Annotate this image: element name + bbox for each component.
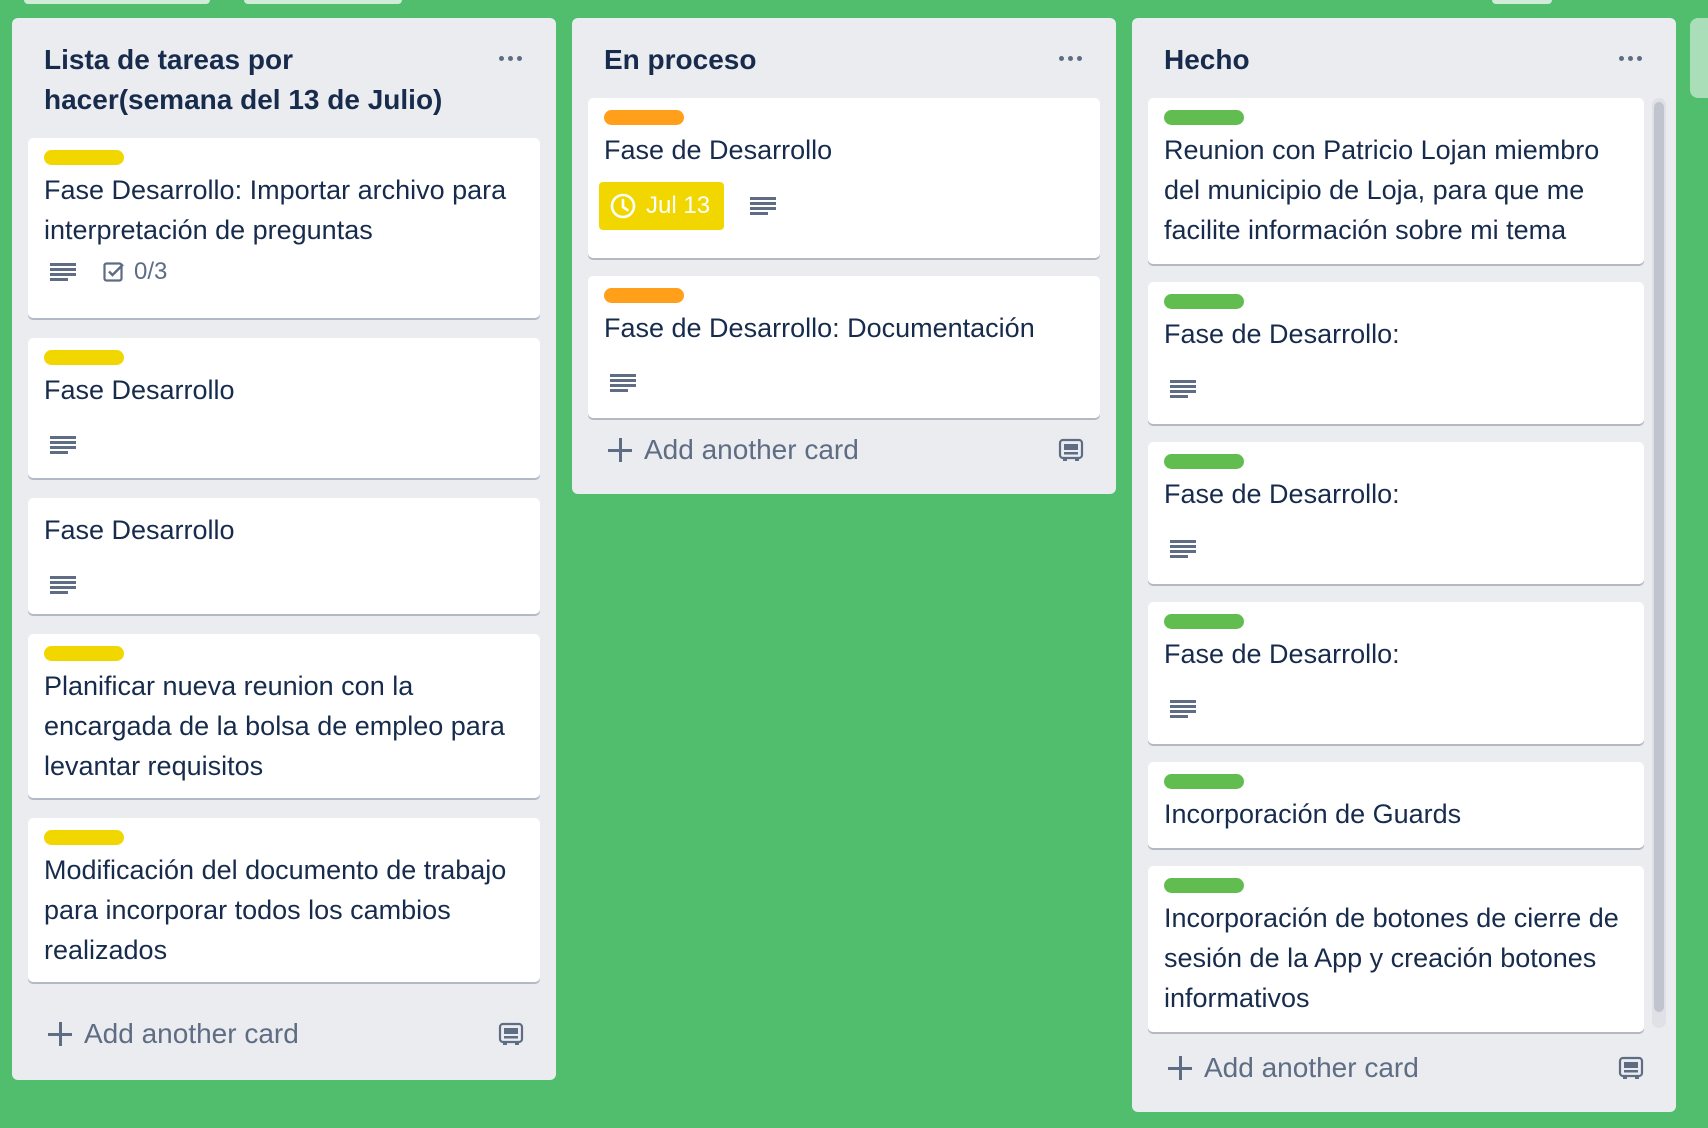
card-badges bbox=[44, 434, 76, 456]
description-icon bbox=[1170, 378, 1196, 400]
clock-icon bbox=[610, 193, 636, 219]
checklist-icon bbox=[103, 262, 124, 282]
card-title: Fase de Desarrollo: Documentación bbox=[604, 313, 1035, 343]
due-date-badge[interactable]: Jul 13 bbox=[599, 182, 725, 230]
label-green[interactable] bbox=[1164, 878, 1244, 893]
card[interactable]: Fase de Desarrollo Jul 13 bbox=[588, 98, 1100, 258]
card-template-icon[interactable] bbox=[1618, 1056, 1644, 1080]
card[interactable]: Fase de Desarrollo: bbox=[1148, 282, 1644, 424]
card-badges: Jul 13 bbox=[599, 182, 777, 230]
list-header[interactable]: Hecho bbox=[1132, 18, 1676, 80]
plus-icon bbox=[608, 438, 632, 462]
top-board-stub bbox=[1492, 0, 1552, 4]
list-header[interactable]: En proceso bbox=[572, 18, 1116, 80]
label-green[interactable] bbox=[1164, 454, 1244, 469]
card[interactable]: Fase de Desarrollo: bbox=[1148, 442, 1644, 584]
top-board-stub bbox=[24, 0, 210, 4]
add-card-label: Add another card bbox=[84, 1018, 299, 1049]
label-yellow[interactable] bbox=[44, 150, 124, 165]
add-card-button[interactable]: Add another card bbox=[588, 424, 1100, 476]
card[interactable]: Fase de Desarrollo: Documentación bbox=[588, 276, 1100, 418]
card-badges: 0/3 bbox=[44, 258, 167, 286]
next-list-stub[interactable] bbox=[1690, 18, 1708, 98]
list-title[interactable]: En proceso bbox=[604, 40, 1036, 80]
label-green[interactable] bbox=[1164, 614, 1244, 629]
add-card-button[interactable]: Add another card bbox=[28, 1008, 540, 1060]
card-title: Fase Desarrollo: Importar archivo para i… bbox=[44, 175, 507, 245]
ellipsis-icon[interactable] bbox=[490, 42, 530, 74]
add-card-button[interactable]: Add another card bbox=[1148, 1042, 1660, 1094]
card[interactable]: Fase Desarrollo bbox=[28, 498, 540, 614]
card-title: Reunion con Patricio Lojan miembro del m… bbox=[1164, 135, 1600, 245]
plus-icon bbox=[1168, 1056, 1192, 1080]
description-icon bbox=[1170, 538, 1196, 560]
label-yellow[interactable] bbox=[44, 830, 124, 845]
list-scrollbar[interactable] bbox=[1652, 98, 1666, 1028]
list-title[interactable]: Lista de tareas por hacer(semana del 13 … bbox=[44, 40, 476, 120]
card[interactable]: Incorporación de botones de cierre de se… bbox=[1148, 866, 1644, 1032]
card-title: Modificación del documento de trabajo pa… bbox=[44, 855, 507, 965]
label-orange[interactable] bbox=[604, 110, 684, 125]
card-title: Incorporación de Guards bbox=[1164, 799, 1462, 829]
label-green[interactable] bbox=[1164, 110, 1244, 125]
plus-icon bbox=[48, 1022, 72, 1046]
card-title: Fase Desarrollo bbox=[44, 375, 235, 405]
ellipsis-icon[interactable] bbox=[1610, 42, 1650, 74]
card[interactable]: Modificación del documento de trabajo pa… bbox=[28, 818, 540, 982]
card-badges bbox=[44, 574, 76, 596]
card-badges bbox=[1164, 698, 1196, 720]
description-icon bbox=[50, 261, 76, 283]
card-title: Fase Desarrollo bbox=[44, 515, 235, 545]
description-icon bbox=[50, 574, 76, 596]
add-card-label: Add another card bbox=[1204, 1052, 1419, 1083]
card[interactable]: Planificar nueva reunion con la encargad… bbox=[28, 634, 540, 798]
card[interactable]: Reunion con Patricio Lojan miembro del m… bbox=[1148, 98, 1644, 264]
card-title: Fase de Desarrollo bbox=[604, 135, 833, 165]
description-icon bbox=[750, 195, 777, 217]
label-orange[interactable] bbox=[604, 288, 684, 303]
card-badges bbox=[604, 372, 636, 394]
description-icon bbox=[610, 372, 636, 394]
card-title: Planificar nueva reunion con la encargad… bbox=[44, 671, 505, 781]
label-green[interactable] bbox=[1164, 294, 1244, 309]
description-icon bbox=[50, 434, 76, 456]
label-yellow[interactable] bbox=[44, 350, 124, 365]
scrollbar-thumb[interactable] bbox=[1654, 102, 1664, 1012]
add-card-label: Add another card bbox=[644, 434, 859, 465]
list-in-progress: En proceso Fase de Desarrollo Jul 13 Fas… bbox=[572, 18, 1116, 494]
due-date: Jul 13 bbox=[646, 192, 711, 219]
card[interactable]: Fase de Desarrollo: bbox=[1148, 602, 1644, 744]
list-title[interactable]: Hecho bbox=[1164, 40, 1596, 80]
card[interactable]: Fase Desarrollo bbox=[28, 338, 540, 478]
list-header[interactable]: Lista de tareas por hacer(semana del 13 … bbox=[12, 18, 556, 120]
card-title: Fase de Desarrollo: bbox=[1164, 639, 1400, 669]
card-template-icon[interactable] bbox=[498, 1022, 524, 1046]
card-badges bbox=[1164, 538, 1196, 560]
label-green[interactable] bbox=[1164, 774, 1244, 789]
checklist-count: 0/3 bbox=[134, 258, 168, 285]
label-yellow[interactable] bbox=[44, 646, 124, 661]
card-title: Incorporación de botones de cierre de se… bbox=[1164, 903, 1619, 1013]
ellipsis-icon[interactable] bbox=[1050, 42, 1090, 74]
checklist-badge: 0/3 bbox=[102, 258, 167, 286]
card-title: Fase de Desarrollo: bbox=[1164, 319, 1400, 349]
top-board-stub bbox=[244, 0, 402, 4]
list-todo: Lista de tareas por hacer(semana del 13 … bbox=[12, 18, 556, 1080]
card[interactable]: Fase Desarrollo: Importar archivo para i… bbox=[28, 138, 540, 318]
card[interactable]: Incorporación de Guards bbox=[1148, 762, 1644, 848]
card-template-icon[interactable] bbox=[1058, 438, 1084, 462]
card-title: Fase de Desarrollo: bbox=[1164, 479, 1400, 509]
card-badges bbox=[1164, 378, 1196, 400]
list-done: Hecho Reunion con Patricio Lojan miembro… bbox=[1132, 18, 1676, 1112]
description-icon bbox=[1170, 698, 1196, 720]
